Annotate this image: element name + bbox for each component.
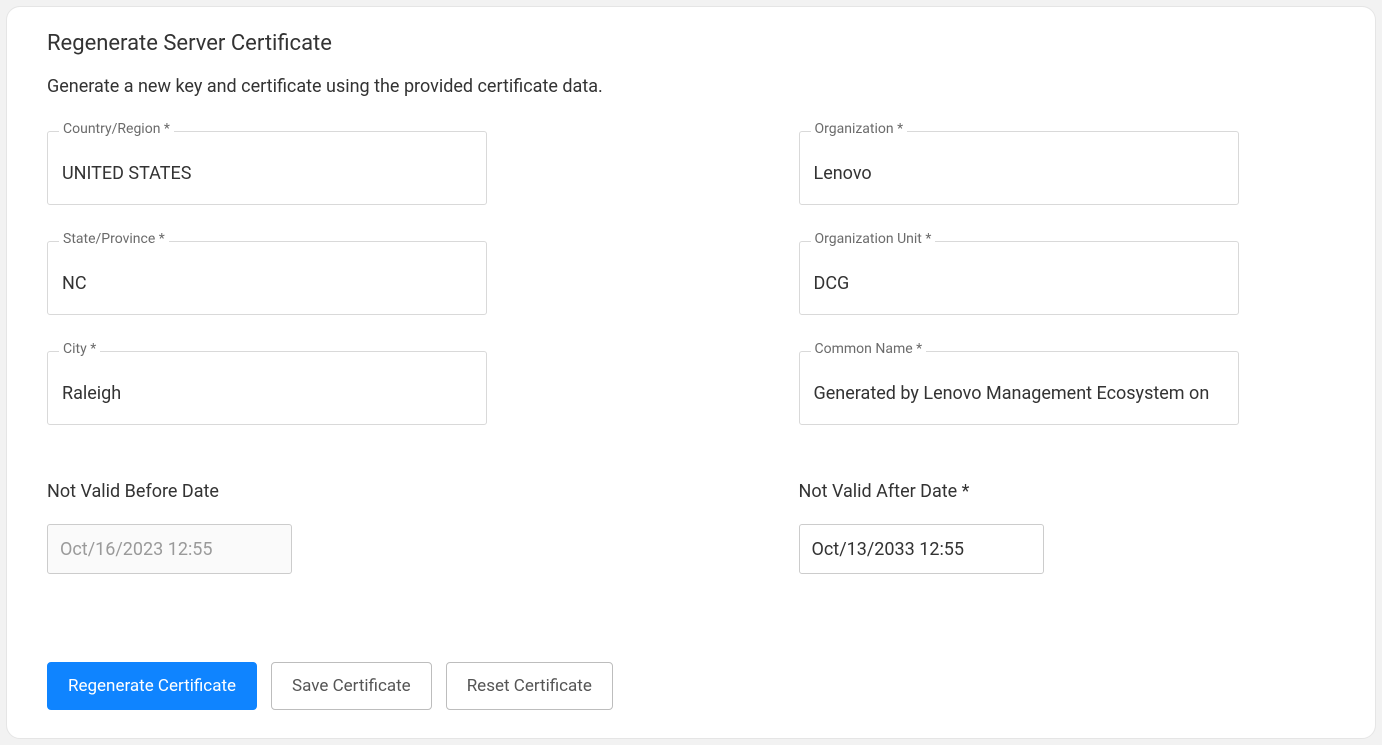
field-common-name: Common Name * — [799, 351, 1239, 425]
label-country: Country/Region * — [59, 121, 174, 138]
input-common-name[interactable] — [799, 351, 1239, 425]
label-not-after: Not Valid After Date * — [799, 481, 1239, 502]
input-not-before — [47, 524, 292, 574]
field-state: State/Province * — [47, 241, 487, 315]
label-state: State/Province * — [59, 231, 169, 248]
regenerate-button[interactable]: Regenerate Certificate — [47, 662, 257, 710]
label-organization: Organization * — [811, 121, 908, 138]
page-title: Regenerate Server Certificate — [47, 31, 1335, 56]
field-city: City * — [47, 351, 487, 425]
label-common-name: Common Name * — [811, 341, 927, 358]
input-not-after[interactable] — [799, 524, 1044, 574]
label-city: City * — [59, 341, 100, 358]
label-not-before: Not Valid Before Date — [47, 481, 487, 502]
button-row: Regenerate Certificate Save Certificate … — [47, 662, 1335, 710]
field-org-unit: Organization Unit * — [799, 241, 1239, 315]
certificate-form-card: Regenerate Server Certificate Generate a… — [6, 6, 1376, 739]
page-subtitle: Generate a new key and certificate using… — [47, 76, 1335, 97]
col-not-after: Not Valid After Date * — [799, 481, 1239, 574]
input-country[interactable] — [47, 131, 487, 205]
input-state[interactable] — [47, 241, 487, 315]
col-not-before: Not Valid Before Date — [47, 481, 487, 574]
field-country: Country/Region * — [47, 131, 487, 205]
input-organization[interactable] — [799, 131, 1239, 205]
save-button[interactable]: Save Certificate — [271, 662, 432, 710]
label-org-unit: Organization Unit * — [811, 231, 936, 248]
input-city[interactable] — [47, 351, 487, 425]
field-organization: Organization * — [799, 131, 1239, 205]
reset-button[interactable]: Reset Certificate — [446, 662, 613, 710]
form-grid: Country/Region * Organization * State/Pr… — [47, 131, 1335, 425]
input-org-unit[interactable] — [799, 241, 1239, 315]
date-row: Not Valid Before Date Not Valid After Da… — [47, 481, 1335, 574]
